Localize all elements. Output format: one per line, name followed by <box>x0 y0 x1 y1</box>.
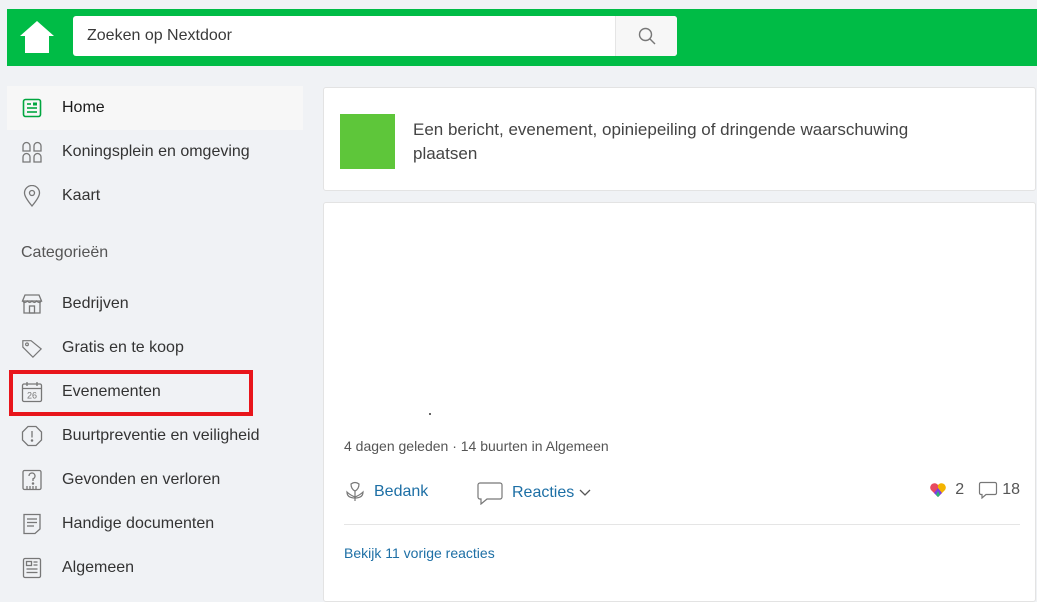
lost-found-icon <box>21 469 43 491</box>
post-composer[interactable]: Een bericht, evenement, opiniepeiling of… <box>323 87 1036 191</box>
post-content-dot <box>429 413 431 415</box>
sidebar-item-events[interactable]: 26 Evenementen <box>7 370 303 414</box>
thank-flower-icon <box>346 481 364 501</box>
comment-count: 18 <box>1002 481 1020 498</box>
search-icon <box>638 27 655 45</box>
post-actions: Bedank Reacties 2 18 <box>344 481 1020 507</box>
sidebar-item-label: Bedrijven <box>62 295 129 312</box>
post-stats: 2 18 <box>929 481 1020 499</box>
sidebar-item-general[interactable]: Algemeen <box>7 546 303 590</box>
newsfeed-icon <box>21 97 43 119</box>
sidebar-item-label: Handige documenten <box>62 515 215 532</box>
post-divider <box>344 524 1020 525</box>
sidebar-item-map[interactable]: Kaart <box>7 174 303 218</box>
sidebar-item-for-sale[interactable]: Gratis en te koop <box>7 326 303 370</box>
search-input[interactable] <box>73 16 613 56</box>
sidebar-item-documents[interactable]: Handige documenten <box>7 502 303 546</box>
calendar-day-number: 26 <box>27 391 37 401</box>
sidebar-item-label: Evenementen <box>62 383 161 400</box>
thank-heart-icon[interactable] <box>929 482 947 498</box>
sidebar-item-lost-found[interactable]: Gevonden en verloren <box>7 458 303 502</box>
store-icon <box>21 293 43 315</box>
general-icon <box>21 557 43 579</box>
composer-prompt[interactable]: Een bericht, evenement, opiniepeiling of… <box>413 118 933 166</box>
sidebar-item-label: Koningsplein en omgeving <box>62 143 250 160</box>
comment-bubble-icon <box>477 482 503 505</box>
document-icon <box>21 513 43 535</box>
alert-icon <box>21 425 43 447</box>
reactions-label: Reacties <box>512 484 575 501</box>
sidebar-item-label: Buurtpreventie en veiligheid <box>62 427 260 444</box>
feed-post: 4 dagen geleden · 14 buurten in Algemeen… <box>323 202 1036 602</box>
sidebar-item-home[interactable]: Home <box>7 86 303 130</box>
post-meta: 4 dagen geleden · 14 buurten in Algemeen <box>344 438 609 454</box>
sidebar-item-safety[interactable]: Buurtpreventie en veiligheid <box>7 414 303 458</box>
calendar-icon: 26 <box>21 381 43 403</box>
search-button[interactable] <box>615 16 677 56</box>
comment-count-icon[interactable] <box>978 481 998 499</box>
thank-count: 2 <box>955 481 965 498</box>
sidebar-item-label: Kaart <box>62 187 101 204</box>
price-tag-icon <box>21 337 43 359</box>
search-box <box>73 16 677 56</box>
chevron-down-icon <box>579 489 591 496</box>
sidebar-item-businesses[interactable]: Bedrijven <box>7 282 303 326</box>
home-logo-icon[interactable] <box>19 20 55 54</box>
view-previous-comments-link[interactable]: Bekijk 11 vorige reacties <box>344 545 495 561</box>
map-pin-icon <box>21 185 43 207</box>
sidebar: Home Koningsplein en omgeving Kaart Cate… <box>7 86 303 590</box>
sidebar-item-label: Gratis en te koop <box>62 339 184 356</box>
reactions-button[interactable]: Reacties <box>476 481 591 505</box>
thank-label: Bedank <box>374 483 429 500</box>
top-bar <box>7 9 1037 66</box>
neighborhood-icon <box>21 141 43 163</box>
thank-button[interactable]: Bedank <box>344 481 428 503</box>
sidebar-item-label: Algemeen <box>62 559 135 576</box>
categories-heading: Categorieën <box>21 244 109 261</box>
sidebar-item-neighborhood[interactable]: Koningsplein en omgeving <box>7 130 303 174</box>
sidebar-item-label: Home <box>62 99 105 116</box>
sidebar-item-label: Gevonden en verloren <box>62 471 221 488</box>
avatar <box>340 114 395 169</box>
